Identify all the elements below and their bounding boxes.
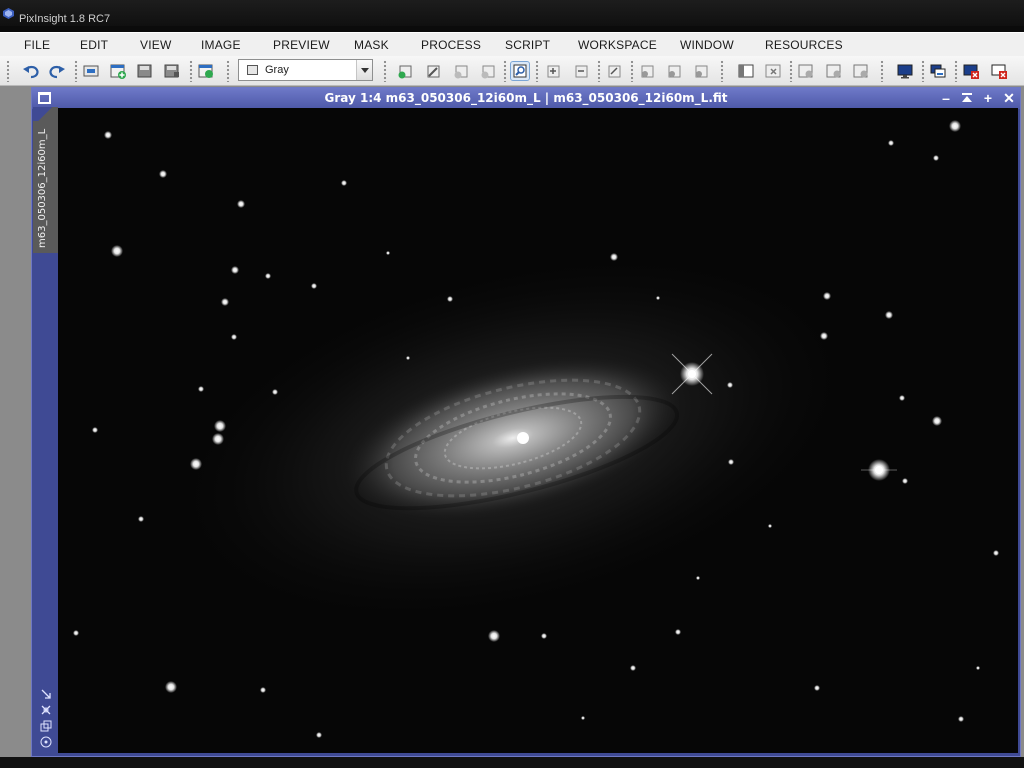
shade-icon[interactable] [959,90,975,106]
menu-mask[interactable]: MASK [354,38,389,52]
stf-reset-icon[interactable] [825,62,843,80]
menu-edit[interactable]: EDIT [80,38,108,52]
toolbar-grip[interactable] [6,60,10,82]
app-title: PixInsight 1.8 RC7 [19,13,111,25]
shrink-icon[interactable] [40,720,52,732]
close-all-icon[interactable] [764,62,782,80]
zoom-mode-icon[interactable] [510,61,530,81]
toolbar-grip[interactable] [226,60,230,82]
image-side-tab[interactable]: m63_050306_12i60m_L [33,107,58,253]
side-tab-label: m63_050306_12i60m_L [37,128,48,248]
menu-workspace[interactable]: WORKSPACE [578,38,657,52]
close-red-icon[interactable] [962,62,980,80]
zoom-arrow-icon[interactable] [40,688,52,700]
menu-view[interactable]: VIEW [140,38,171,52]
minimize-icon[interactable]: – [938,90,954,106]
workspace-bottom-edge [0,757,1024,768]
redo-icon[interactable] [48,62,66,80]
color-space-value: Gray [265,64,289,76]
toolbar-grip[interactable] [597,60,601,82]
preview-plus-icon[interactable] [452,62,470,80]
mask-show-icon[interactable] [665,62,683,80]
chevron-down-icon[interactable] [356,60,372,80]
preview-minus-icon[interactable] [479,62,497,80]
menu-script[interactable]: SCRIPT [505,38,550,52]
menu-bar: FILE EDIT VIEW IMAGE PREVIEW MASK PROCES… [0,32,1024,56]
toolbar-grip[interactable] [921,60,925,82]
image-window-title: Gray 1:4 m63_050306_12i60m_L | m63_05030… [324,91,728,105]
toolbar-grip[interactable] [789,60,793,82]
monitor-icon[interactable] [896,62,914,80]
save-icon[interactable] [136,62,154,80]
zoom-out-icon[interactable] [572,62,590,80]
menu-resources[interactable]: RESOURCES [765,38,843,52]
menu-file[interactable]: FILE [24,38,50,52]
layout-icon[interactable] [737,62,755,80]
undo-icon[interactable] [22,62,40,80]
galaxy-core [517,432,529,444]
toolbar-grip[interactable] [630,60,634,82]
app-titlebar: PixInsight 1.8 RC7 [0,0,1024,26]
stf-icon[interactable] [797,62,815,80]
menu-window[interactable]: WINDOW [680,38,734,52]
toolbar-grip[interactable] [74,60,78,82]
galaxy-image [58,108,1018,753]
save-as-icon[interactable] [163,62,181,80]
color-space-select[interactable]: Gray [238,59,373,81]
close-all-red-icon[interactable] [990,62,1008,80]
mask-enable-icon[interactable] [638,62,656,80]
tile-windows-icon[interactable] [929,62,947,80]
toolbar-grip[interactable] [720,60,724,82]
toolbar-grip[interactable] [383,60,387,82]
toolbar-grip[interactable] [503,60,507,82]
new-image-icon[interactable] [109,62,127,80]
image-window-titlebar[interactable]: Gray 1:4 m63_050306_12i60m_L | m63_05030… [32,88,1020,109]
transform-icon[interactable] [40,704,52,716]
target-icon[interactable] [40,736,52,748]
menu-preview[interactable]: PREVIEW [273,38,330,52]
stf-link-icon[interactable] [852,62,870,80]
menu-process[interactable]: PROCESS [421,38,481,52]
image-left-strip [33,253,58,753]
close-icon[interactable]: ✕ [1001,90,1017,106]
maximize-icon[interactable]: + [980,90,996,106]
zoom-in-icon[interactable] [544,62,562,80]
main-toolbar [0,56,1024,86]
mask-invert-icon[interactable] [692,62,710,80]
edit-preview-icon[interactable] [424,62,442,80]
open-file-icon[interactable] [82,62,100,80]
new-view-icon[interactable] [197,62,215,80]
toolbar-grip[interactable] [189,60,193,82]
image-canvas[interactable] [58,108,1018,753]
gray-swatch-icon [247,65,258,75]
toolbar-grip[interactable] [880,60,884,82]
toolbar-grip[interactable] [954,60,958,82]
zoom-fit-icon[interactable] [605,62,623,80]
menu-image[interactable]: IMAGE [201,38,241,52]
pixinsight-logo-icon [3,8,14,19]
new-preview-icon[interactable] [396,62,414,80]
toolbar-grip[interactable] [535,60,539,82]
